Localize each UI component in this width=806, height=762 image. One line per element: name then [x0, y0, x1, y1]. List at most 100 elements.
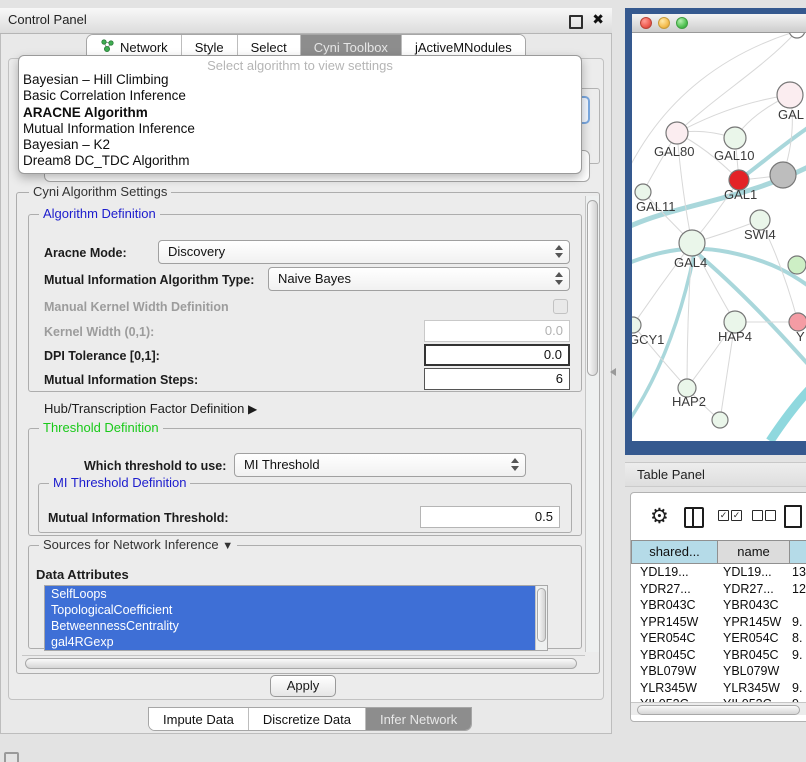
node-labels: GAL GAL80 GAL10 GAL1 GAL11 SWI4 GAL4 GCY…	[632, 107, 805, 409]
node-bottom-small[interactable]	[712, 412, 728, 428]
float-panel-icon[interactable]	[569, 15, 583, 29]
label-gal4: GAL4	[674, 255, 707, 270]
attr-item-betweenness[interactable]: BetweennessCentrality	[45, 618, 547, 634]
gear-icon[interactable]: ⚙	[650, 504, 669, 529]
table-row[interactable]: YBL079W YBL079W	[631, 663, 806, 680]
aracne-mode-combo[interactable]: Discovery	[158, 240, 570, 264]
sources-group-title[interactable]: Sources for Network Inference ▼	[39, 537, 237, 552]
column-header-clipped[interactable]	[790, 540, 806, 564]
attr-item-selfloops[interactable]: SelfLoops	[45, 586, 547, 602]
dropdown-item-bayesian-k2[interactable]: Bayesian – K2	[19, 137, 581, 153]
dpi-tolerance-label: DPI Tolerance [0,1]:	[44, 349, 160, 363]
cell: YPR145W	[723, 615, 781, 629]
node-bright-green[interactable]	[788, 256, 806, 274]
tab-network-label: Network	[120, 40, 168, 55]
mi-threshold-label: Mutual Information Threshold:	[48, 511, 229, 525]
cell: 9.	[792, 615, 802, 629]
unchecked-checkbox-icon[interactable]	[752, 510, 763, 521]
unchecked-checkbox-icon[interactable]	[765, 510, 776, 521]
network-view-titlebar[interactable]	[632, 14, 806, 33]
aracne-mode-value: Discovery	[168, 241, 225, 263]
hub-definition-toggle[interactable]: Hub/Transcription Factor Definition ▶	[44, 401, 257, 416]
attr-list-scrollbar-track[interactable]	[535, 586, 547, 650]
close-panel-icon[interactable]: ✖	[592, 11, 604, 28]
dropdown-item-dream8[interactable]: Dream8 DC_TDC Algorithm	[19, 153, 581, 169]
control-panel-title: Control Panel	[8, 12, 87, 27]
mi-threshold-field[interactable]: 0.5	[420, 506, 560, 528]
hub-definition-label: Hub/Transcription Factor Definition	[44, 401, 244, 416]
mi-steps-field[interactable]: 6	[424, 368, 570, 390]
column-header-name[interactable]: name	[718, 540, 790, 564]
table-row[interactable]: YDR27... YDR27... 12	[631, 581, 806, 598]
apply-button[interactable]: Apply	[270, 675, 336, 697]
table-row[interactable]: YLR345W YLR345W 9.	[631, 680, 806, 697]
settings-scrollbar-thumb[interactable]	[587, 200, 598, 376]
control-panel-titlebar[interactable]: Control Panel ✖	[0, 8, 612, 34]
cell: YDL19...	[723, 565, 772, 579]
dropdown-item-basic-correlation[interactable]: Basic Correlation Inference	[19, 88, 581, 104]
table-row[interactable]: YER054C YER054C 8.	[631, 630, 806, 647]
table-header: shared... name	[631, 540, 806, 564]
mi-type-combo[interactable]: Naive Bayes	[268, 267, 570, 291]
attr-item-topological[interactable]: TopologicalCoefficient	[45, 602, 547, 618]
dropdown-item-mutual-information[interactable]: Mutual Information Inference	[19, 121, 581, 137]
columns-icon[interactable]	[684, 507, 704, 528]
mac-zoom-icon[interactable]	[676, 17, 688, 29]
checked-checkbox-icon[interactable]: ✓	[731, 510, 742, 521]
mi-steps-label: Mutual Information Steps:	[44, 373, 198, 387]
settings-hscrollbar-thumb[interactable]	[25, 658, 577, 669]
which-threshold-combo[interactable]: MI Threshold	[234, 453, 526, 477]
tab-discretize-data[interactable]: Discretize Data	[249, 708, 366, 730]
attr-list-scrollbar-thumb[interactable]	[537, 588, 546, 642]
node-gal-clip[interactable]	[777, 82, 803, 108]
mac-close-icon[interactable]	[640, 17, 652, 29]
node-gcy1[interactable]	[632, 317, 641, 333]
node-gal10[interactable]	[724, 127, 746, 149]
dropdown-item-aracne[interactable]: ARACNE Algorithm	[19, 105, 581, 121]
tab-infer-network-label: Infer Network	[380, 712, 457, 727]
data-attributes-list[interactable]: SelfLoops TopologicalCoefficient Between…	[44, 585, 548, 651]
network-canvas[interactable]: GAL GAL80 GAL10 GAL1 GAL11 SWI4 GAL4 GCY…	[632, 33, 806, 441]
aracne-mode-label: Aracne Mode:	[44, 246, 127, 260]
tab-impute-data-label: Impute Data	[163, 712, 234, 727]
node-gray[interactable]	[770, 162, 796, 188]
table-hscrollbar-track[interactable]	[631, 702, 806, 715]
which-threshold-label: Which threshold to use:	[84, 459, 226, 473]
attr-item-gal4rgexp[interactable]: gal4RGexp	[45, 634, 547, 650]
mac-minimize-icon[interactable]	[658, 17, 670, 29]
label-swi4: SWI4	[744, 227, 776, 242]
column-header-shared[interactable]: shared...	[631, 540, 718, 564]
network-graph[interactable]: GAL GAL80 GAL10 GAL1 GAL11 SWI4 GAL4 GCY…	[632, 33, 806, 441]
label-gal11: GAL11	[636, 199, 676, 214]
settings-hscrollbar-track[interactable]	[22, 655, 585, 670]
label-gal80: GAL80	[654, 144, 694, 159]
function-builder-icon[interactable]	[784, 505, 802, 528]
table-hscrollbar-thumb[interactable]	[637, 705, 800, 715]
tab-infer-network[interactable]: Infer Network	[366, 708, 471, 730]
tab-jactivemnodules-label: jActiveMNodules	[415, 40, 512, 55]
dpi-tolerance-field[interactable]: 0.0	[424, 344, 570, 366]
node-gal11[interactable]	[635, 184, 651, 200]
mi-type-value: Naive Bayes	[278, 268, 351, 290]
table-row[interactable]: YBR045C YBR045C 9.	[631, 647, 806, 664]
table-panel-title: Table Panel	[637, 467, 705, 482]
cell: 13	[792, 565, 806, 579]
table-row[interactable]: YPR145W YPR145W 9.	[631, 614, 806, 631]
table-row[interactable]: YDL19... YDL19... 13	[631, 564, 806, 581]
cell: YER054C	[723, 631, 779, 645]
node-gal4[interactable]	[679, 230, 705, 256]
tab-impute-data[interactable]: Impute Data	[149, 708, 249, 730]
cell: YDR27...	[640, 582, 691, 596]
kernel-width-field[interactable]: 0.0	[424, 320, 570, 342]
dropdown-prompt: Select algorithm to view settings	[19, 56, 581, 72]
node-gal80[interactable]	[666, 122, 688, 144]
dropdown-item-bayesian-hill[interactable]: Bayesian – Hill Climbing	[19, 72, 581, 88]
manual-kernel-checkbox[interactable]	[553, 299, 568, 314]
table-panel-titlebar[interactable]: Table Panel	[625, 462, 806, 487]
table-row[interactable]: YBR043C YBR043C	[631, 597, 806, 614]
network-tab-icon	[100, 38, 115, 56]
settings-scrollbar-track[interactable]	[585, 196, 599, 652]
checked-checkbox-icon[interactable]: ✓	[718, 510, 729, 521]
label-gal1: GAL1	[724, 187, 757, 202]
cell: YBL079W	[723, 664, 779, 678]
